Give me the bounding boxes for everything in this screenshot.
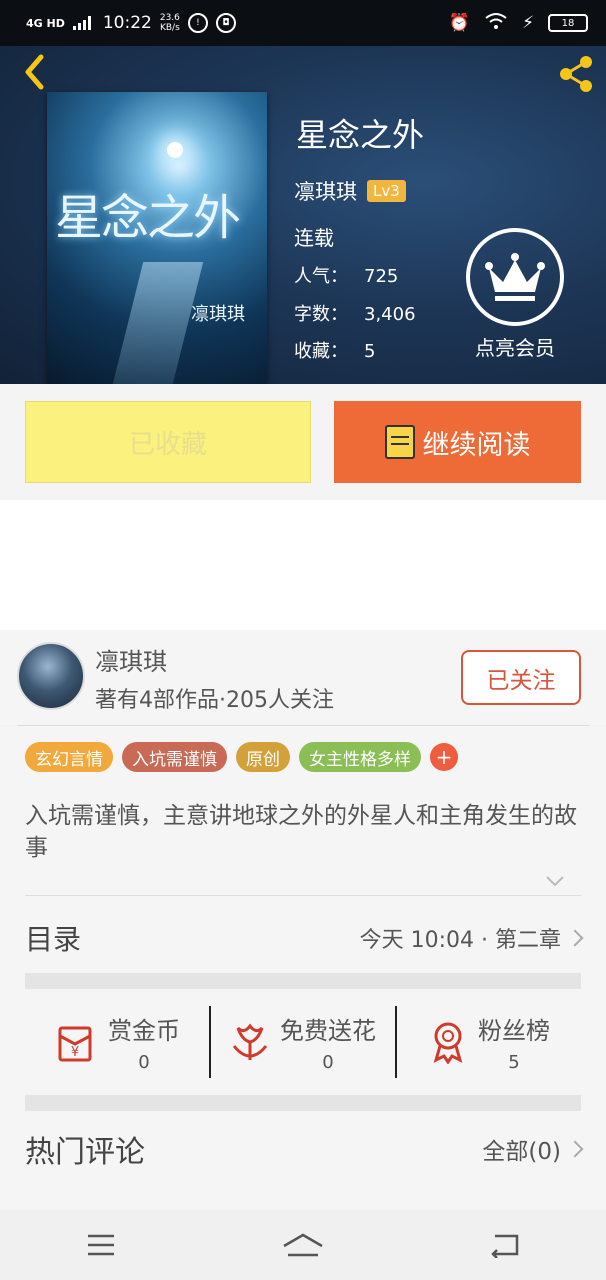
chevron-down-icon[interactable] [544, 870, 566, 892]
book-author-row: 凛琪琪 Lv3 [294, 176, 406, 206]
tag-item[interactable]: 入坑需谨慎 [122, 742, 227, 772]
favorites-stat: 收藏： 5 [294, 337, 375, 363]
share-icon [560, 56, 592, 92]
word-count-stat: 字数： 3,406 [294, 300, 416, 326]
speed-unit: KB/s [159, 23, 180, 33]
tag-item[interactable]: 玄幻言情 [25, 742, 113, 772]
section-separator [25, 1095, 581, 1111]
send-flower-button[interactable]: 免费送花 0 [209, 1006, 395, 1078]
author-card-name: 凛琪琪 [95, 648, 167, 676]
menu-icon [88, 1234, 114, 1256]
app-notification-icon: ◘ [215, 13, 236, 33]
cover-title: 星念之外 [55, 190, 241, 246]
favorites-label: 收藏： [294, 341, 348, 362]
clock: 10:22 [102, 13, 152, 33]
tag-item[interactable]: 女主性格多样 [299, 742, 421, 772]
continue-reading-label: 继续阅读 [422, 429, 531, 461]
add-tag-button[interactable]: + [430, 743, 458, 771]
reward-label: 粉丝榜 [478, 1017, 550, 1045]
book-author: 凛琪琪 [294, 180, 357, 204]
chevron-right-icon [566, 929, 584, 947]
network-speed: 23.6 KB/s [160, 13, 180, 33]
chevron-left-icon [25, 54, 44, 90]
book-cover[interactable]: 星念之外 凛琪琪 [47, 92, 267, 384]
book-icon [384, 425, 415, 459]
wifi-icon [484, 12, 508, 35]
reward-label: 赏金币 [108, 1017, 180, 1045]
book-status: 连载 [294, 226, 334, 250]
latest-chapter: 今天 10:04 · 第二章 [359, 928, 561, 953]
speed-value: 23.6 [159, 13, 180, 23]
popularity-stat: 人气： 725 [294, 262, 398, 288]
reward-count: 0 [138, 1052, 150, 1073]
cover-star [167, 142, 183, 158]
share-button[interactable] [554, 52, 598, 96]
level-badge: Lv3 [367, 180, 406, 202]
continue-reading-button[interactable]: 继续阅读 [334, 401, 581, 483]
battery-icon: 18 [548, 14, 588, 32]
crown-icon [466, 228, 564, 326]
action-bar: 已收藏 继续阅读 [0, 384, 606, 500]
status-bar: 4G HD 10:22 23.6 KB/s ! ◘ ⏰ ⚡ 18 [0, 0, 606, 46]
words-value: 3,406 [364, 304, 416, 325]
reward-coins-button[interactable]: ¥ 赏金币 0 [25, 1006, 209, 1078]
signal-icon [72, 16, 91, 30]
hot-comments-row[interactable]: 热门评论 全部(0) [25, 1126, 584, 1172]
home-button[interactable] [273, 1220, 333, 1270]
svg-text:¥: ¥ [71, 1045, 79, 1060]
red-envelope-icon: ¥ [58, 1026, 92, 1062]
divider [17, 725, 589, 726]
vip-label: 点亮会员 [475, 336, 555, 360]
reward-label: 免费送花 [280, 1017, 376, 1045]
charging-icon: ⚡ [522, 13, 534, 33]
words-label: 字数： [294, 304, 348, 325]
alarm-icon: ⏰ [448, 13, 471, 33]
author-card[interactable]: 凛琪琪 著有4部作品·205人关注 已关注 [0, 630, 606, 725]
toc-title: 目录 [25, 923, 82, 956]
home-icon [283, 1233, 323, 1257]
section-separator [25, 973, 581, 989]
follow-button[interactable]: 已关注 [461, 650, 581, 705]
favorites-value: 5 [364, 341, 376, 362]
book-title: 星念之外 [296, 116, 425, 154]
vip-button[interactable]: 点亮会员 [462, 228, 568, 361]
divider [25, 895, 581, 896]
medal-icon [433, 1022, 463, 1064]
reward-count: 0 [322, 1052, 334, 1073]
rewards-row: ¥ 赏金币 0 免费送花 0 粉丝榜 5 [25, 1006, 581, 1078]
all-comments-link[interactable]: 全部(0) [482, 1132, 561, 1166]
menu-button[interactable] [71, 1220, 131, 1270]
tag-item[interactable]: 原创 [236, 742, 290, 772]
chevron-right-icon [566, 1140, 584, 1158]
tag-list: 玄幻言情 入坑需谨慎 原创 女主性格多样 + [25, 742, 458, 772]
popularity-label: 人气： [294, 266, 348, 287]
reward-count: 5 [508, 1052, 520, 1073]
system-nav-bar [0, 1210, 606, 1280]
comments-title: 热门评论 [25, 1135, 145, 1170]
back-nav-button[interactable] [475, 1220, 535, 1270]
fan-ranking-button[interactable]: 粉丝榜 5 [395, 1006, 581, 1078]
author-card-works: 著有4部作品·205人关注 [95, 688, 334, 713]
cover-author: 凛琪琪 [191, 304, 245, 325]
popularity-value: 725 [364, 266, 399, 287]
network-indicator: 4G HD [26, 16, 65, 30]
notification-icon: ! [187, 13, 208, 33]
synopsis: 入坑需谨慎，主意讲地球之外的外星人和主角发生的故事 [25, 803, 577, 861]
flower-icon [232, 1023, 268, 1060]
back-button[interactable] [14, 52, 54, 92]
table-of-contents-row[interactable]: 目录 今天 10:04 · 第二章 [25, 915, 584, 961]
collected-button[interactable]: 已收藏 [25, 401, 311, 483]
book-header: 星念之外 凛琪琪 星念之外 凛琪琪 Lv3 连载 人气： 725 字数： 3,406… [0, 46, 606, 384]
cover-art [110, 262, 204, 384]
avatar[interactable] [17, 642, 85, 710]
return-icon [491, 1234, 519, 1258]
ad-placeholder [0, 500, 606, 630]
